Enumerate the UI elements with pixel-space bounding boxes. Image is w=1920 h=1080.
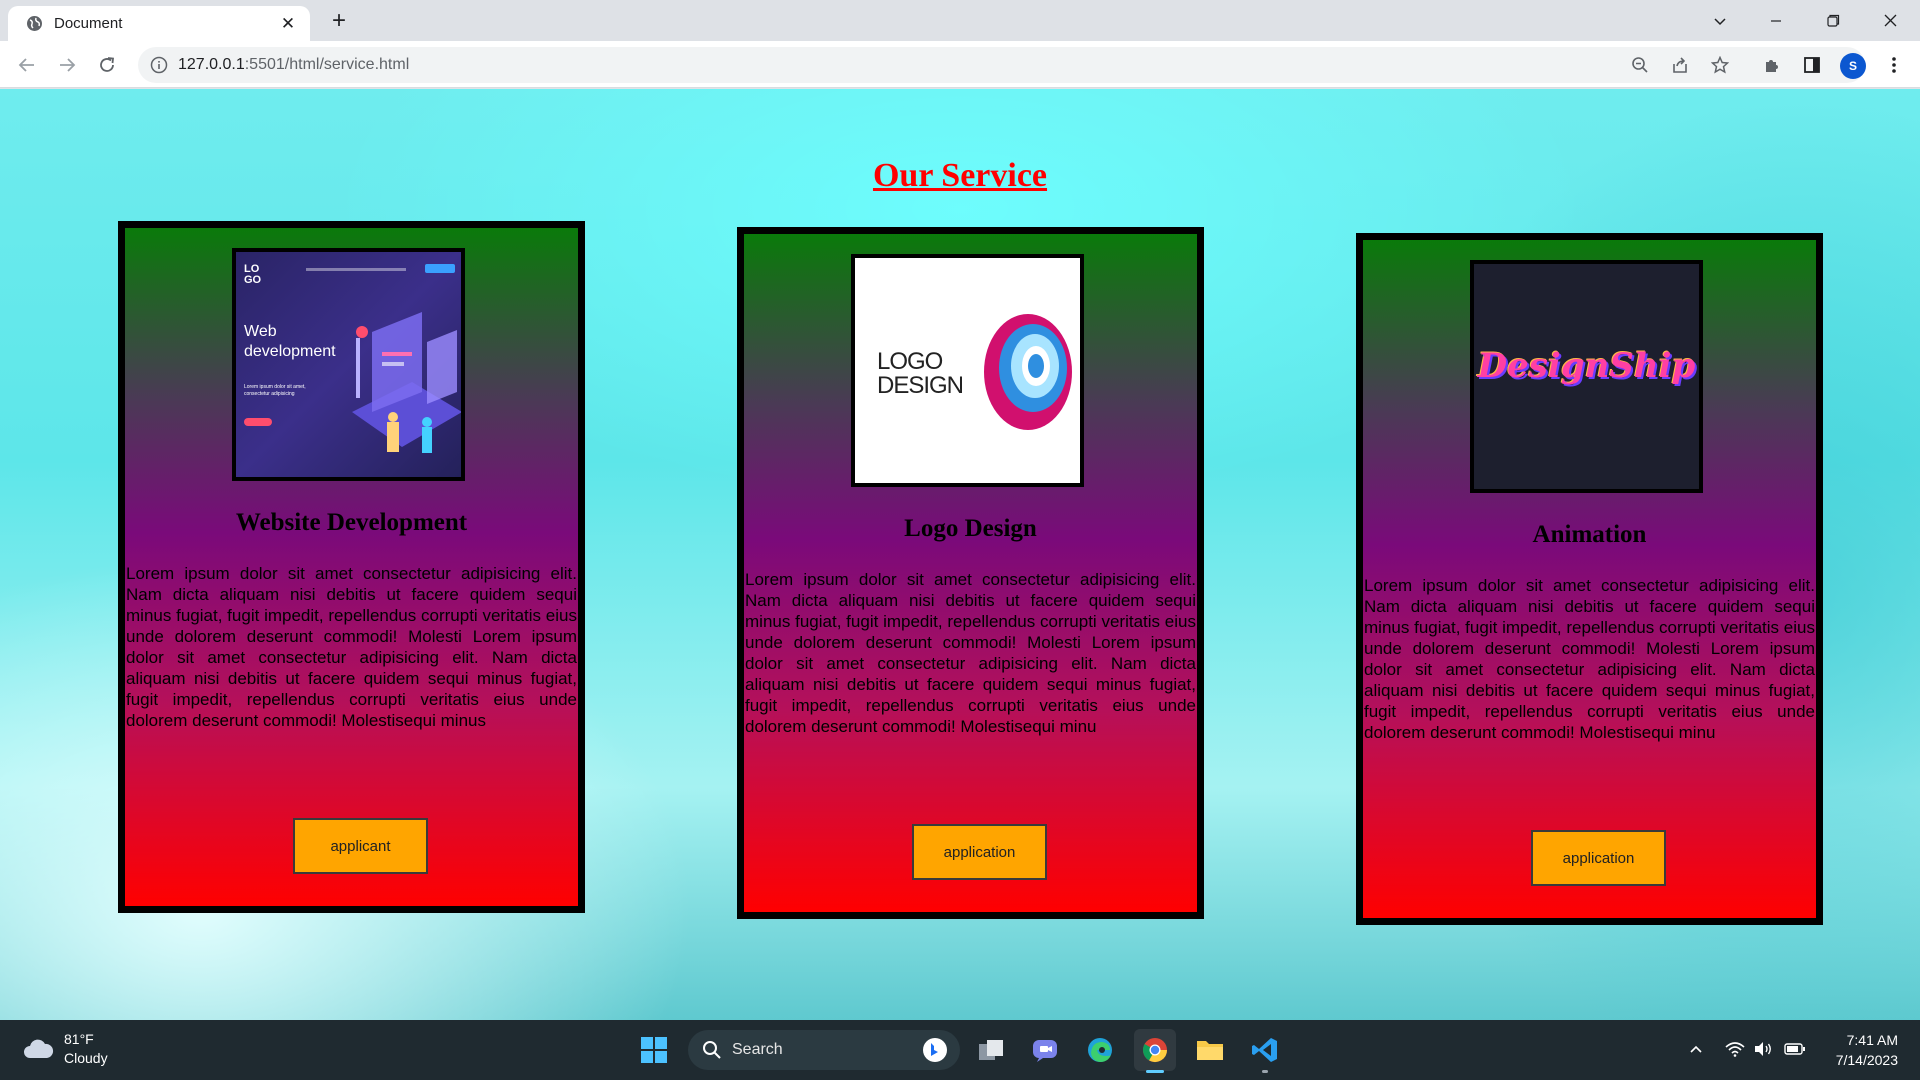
chat-icon xyxy=(1033,1040,1057,1062)
task-view-icon xyxy=(979,1040,1003,1060)
new-tab-button[interactable]: + xyxy=(325,7,353,35)
card-title: Logo Design xyxy=(904,515,1037,542)
search-label: Search xyxy=(732,1041,783,1058)
isometric-illustration xyxy=(352,312,461,453)
more-menu-icon[interactable] xyxy=(1880,51,1908,79)
battery-icon[interactable] xyxy=(1784,1038,1806,1060)
wifi-icon[interactable] xyxy=(1724,1038,1746,1060)
url-text[interactable]: 127.0.0.1:5501/html/service.html xyxy=(178,56,409,74)
active-indicator xyxy=(1146,1070,1164,1073)
image-nav-button xyxy=(425,264,455,273)
globe-icon xyxy=(26,15,43,32)
taskbar-search[interactable]: Search xyxy=(688,1030,960,1070)
chrome-button[interactable] xyxy=(1134,1029,1176,1073)
start-button[interactable] xyxy=(633,1029,675,1071)
designship-logo-text: DesignShip xyxy=(1477,346,1696,386)
card-title: Website Development xyxy=(235,509,468,536)
windows-logo-icon xyxy=(641,1037,667,1063)
tab-search-chevron-icon[interactable] xyxy=(1692,0,1748,41)
page-title: Our Service xyxy=(0,157,1920,195)
address-bar[interactable]: 127.0.0.1:5501/html/service.html xyxy=(138,47,1865,83)
ring-logo-graphic xyxy=(984,314,1072,430)
card-description: Lorem ipsum dolor sit amet consectetur a… xyxy=(1364,576,1815,742)
running-indicator xyxy=(1262,1070,1268,1073)
card-description: Lorem ipsum dolor sit amet consectetur a… xyxy=(745,570,1196,736)
back-button[interactable] xyxy=(13,51,41,79)
page-viewport: Our Service LO GO Web development Lorem … xyxy=(0,89,1920,1020)
browser-tab-strip: Document ✕ + xyxy=(0,0,1920,41)
tab-title: Document xyxy=(54,15,123,32)
card-title: Animation xyxy=(1532,521,1647,548)
restore-button[interactable] xyxy=(1805,0,1861,41)
page-title-text: Our Service xyxy=(872,157,1048,194)
browser-tab[interactable]: Document ✕ xyxy=(8,6,310,41)
share-icon[interactable] xyxy=(1666,51,1694,79)
teams-chat-button[interactable] xyxy=(1024,1029,1066,1071)
close-tab-icon[interactable]: ✕ xyxy=(278,14,298,34)
url-path: :5501/html/service.html xyxy=(244,56,410,73)
vscode-icon xyxy=(1252,1038,1277,1062)
service-card-logo-design: LOGO DESIGN Logo Design Lorem ipsum dolo… xyxy=(737,227,1204,919)
logo-design-image: LOGO DESIGN xyxy=(851,254,1084,487)
weather-desc: Cloudy xyxy=(64,1050,108,1066)
weather-text: 81°F Cloudy xyxy=(64,1030,108,1068)
image-logo-line1: LOGO xyxy=(877,348,943,375)
image-logo-line2: DESIGN xyxy=(877,372,964,399)
profile-avatar[interactable]: S xyxy=(1840,53,1866,79)
cloud-icon xyxy=(24,1039,54,1058)
service-card-website-development: LO GO Web development Lorem ipsum dolor … xyxy=(118,221,585,913)
image-navbar xyxy=(306,268,406,271)
site-info-icon[interactable] xyxy=(150,56,168,74)
extensions-puzzle-icon[interactable] xyxy=(1758,51,1786,79)
search-icon xyxy=(703,1041,721,1059)
side-panel-icon[interactable] xyxy=(1798,51,1826,79)
reload-button[interactable] xyxy=(93,51,121,79)
chrome-icon xyxy=(1142,1038,1167,1063)
service-card-animation: DesignShip Animation Lorem ipsum dolor s… xyxy=(1356,233,1823,925)
bing-icon[interactable] xyxy=(922,1037,948,1063)
weather-temp: 81°F xyxy=(64,1031,94,1047)
task-view-button[interactable] xyxy=(970,1029,1012,1071)
image-subtext: Lorem ipsum dolor sit amet, consectetur … xyxy=(244,384,306,397)
applicant-button[interactable]: applicant xyxy=(293,818,428,874)
close-window-button[interactable] xyxy=(1862,0,1918,41)
zoom-icon[interactable] xyxy=(1626,51,1654,79)
clock-time: 7:41 AM xyxy=(1846,1032,1898,1048)
application-button[interactable]: application xyxy=(1531,830,1666,886)
system-clock[interactable]: 7:41 AM 7/14/2023 xyxy=(1818,1030,1898,1070)
card-description: Lorem ipsum dolor sit amet consectetur a… xyxy=(126,564,577,730)
edge-button[interactable] xyxy=(1079,1029,1121,1071)
application-button[interactable]: application xyxy=(912,824,1047,880)
animation-image: DesignShip xyxy=(1470,260,1703,493)
file-explorer-button[interactable] xyxy=(1189,1029,1231,1071)
minimize-button[interactable] xyxy=(1748,0,1804,41)
website-development-image: LO GO Web development Lorem ipsum dolor … xyxy=(232,248,465,481)
volume-icon[interactable] xyxy=(1752,1038,1774,1060)
clock-date: 7/14/2023 xyxy=(1835,1052,1898,1068)
image-logo-text: LO GO xyxy=(244,263,262,286)
image-cta xyxy=(244,418,272,426)
show-hidden-icons-chevron-icon[interactable] xyxy=(1685,1038,1707,1060)
forward-button[interactable] xyxy=(53,51,81,79)
browser-toolbar: 127.0.0.1:5501/html/service.html S xyxy=(0,41,1920,88)
vscode-button[interactable] xyxy=(1244,1029,1286,1073)
image-heading: Web development xyxy=(244,323,336,360)
bookmark-star-icon[interactable] xyxy=(1706,51,1734,79)
folder-icon xyxy=(1197,1041,1223,1060)
url-host: 127.0.0.1 xyxy=(178,56,245,73)
weather-widget[interactable]: 81°F Cloudy xyxy=(22,1030,108,1068)
edge-icon xyxy=(1088,1038,1112,1062)
windows-taskbar: 81°F Cloudy Search 7:41 AM 7/14/2023 xyxy=(0,1020,1920,1080)
